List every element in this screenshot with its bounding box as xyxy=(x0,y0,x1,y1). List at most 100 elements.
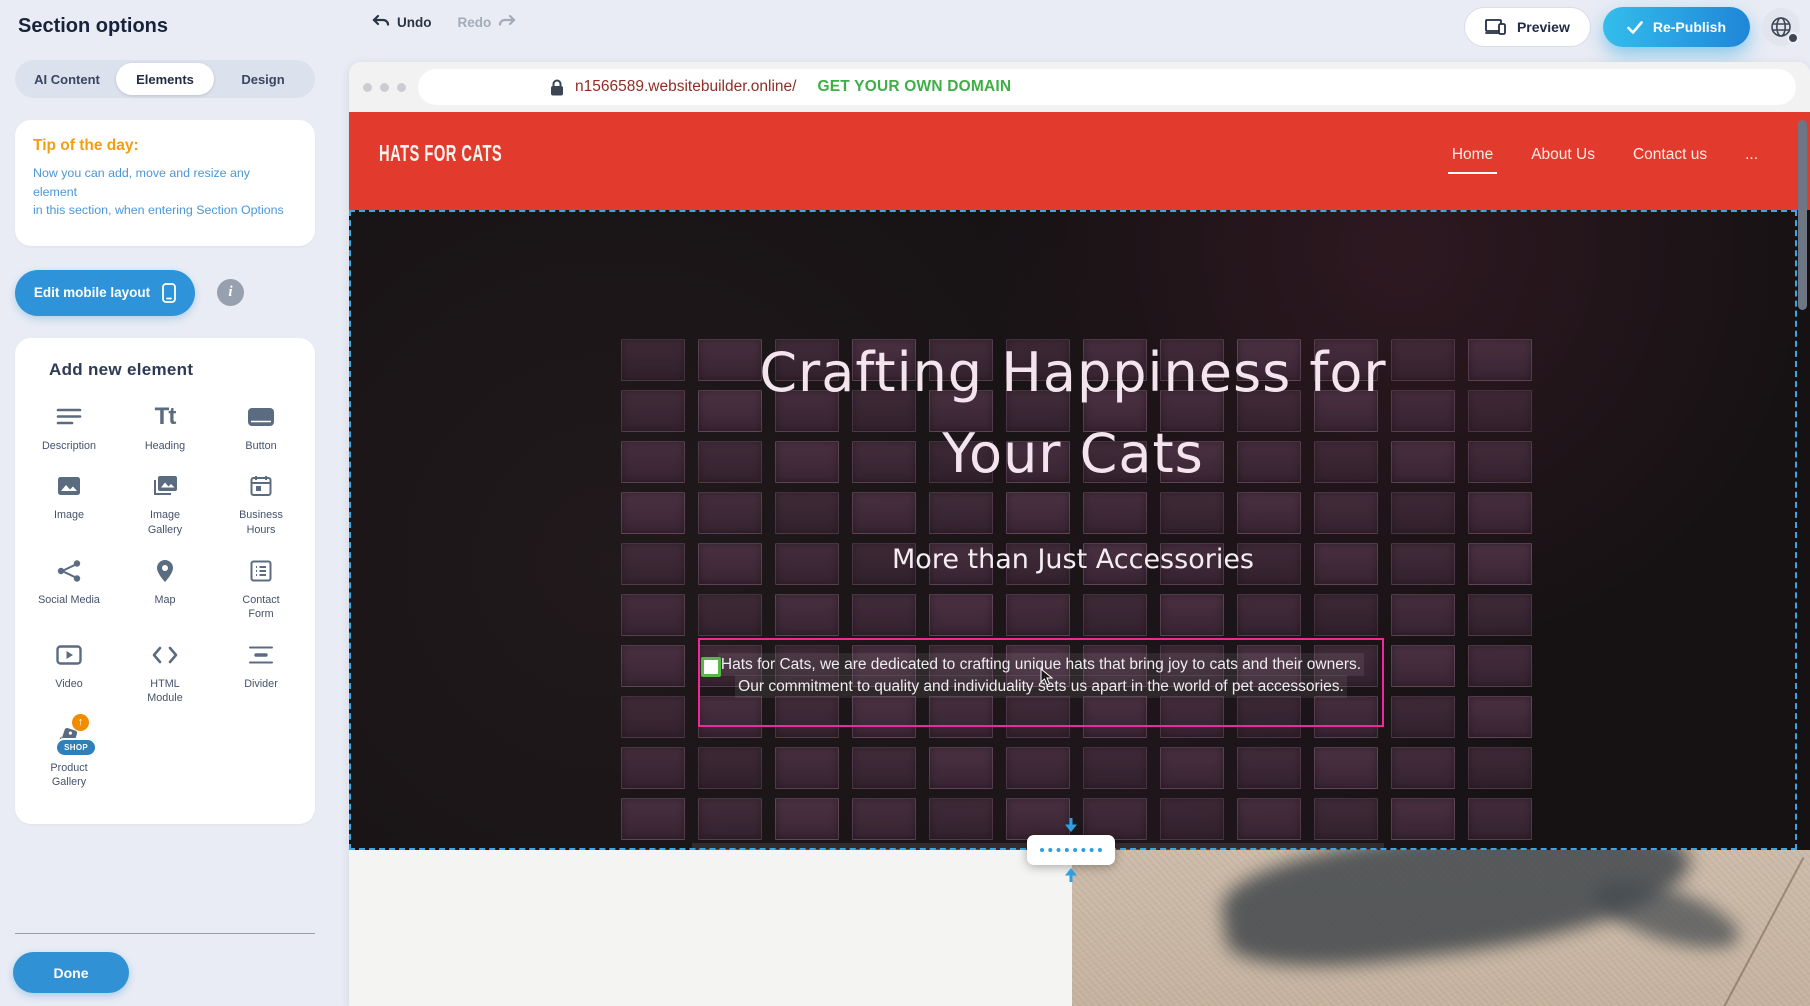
element-description[interactable]: Description xyxy=(21,402,117,462)
floor-photo xyxy=(1072,850,1810,1006)
element-business-hours[interactable]: Business Hours xyxy=(213,471,309,545)
tab-ai-content[interactable]: AI Content xyxy=(18,63,116,95)
hero-tile xyxy=(1391,492,1455,534)
hero-tile xyxy=(1468,747,1532,789)
mouse-cursor xyxy=(1040,668,1054,686)
hero-tile xyxy=(852,798,916,840)
hero-tile xyxy=(621,645,685,687)
element-social-media[interactable]: Social Media xyxy=(21,556,117,630)
tab-design[interactable]: Design xyxy=(214,63,312,95)
undo-button[interactable]: Undo xyxy=(372,14,432,30)
image-gallery-icon xyxy=(152,471,178,501)
window-dot xyxy=(363,83,372,92)
element-map[interactable]: Map xyxy=(117,556,213,630)
arrow-up-icon xyxy=(1063,867,1079,882)
nav-more-ellipsis[interactable]: ... xyxy=(1745,146,1758,176)
arrow-down-icon xyxy=(1063,818,1079,833)
hero-tile xyxy=(1237,594,1301,636)
hero-tile xyxy=(1237,798,1301,840)
element-video[interactable]: Video xyxy=(21,640,117,714)
nav-contact-us[interactable]: Contact us xyxy=(1633,146,1707,176)
element-html-module[interactable]: HTML Module xyxy=(117,640,213,714)
element-contact-form[interactable]: Contact Form xyxy=(213,556,309,630)
hero-tile xyxy=(929,492,993,534)
element-button[interactable]: Button xyxy=(213,402,309,462)
site-viewport: HATS FOR CATS Home About Us Contact us .… xyxy=(349,112,1810,1006)
redo-button[interactable]: Redo xyxy=(458,14,517,30)
divider-icon xyxy=(248,640,274,670)
element-product-gallery[interactable]: SHOP ↑ Product Gallery xyxy=(21,724,117,798)
hero-heading: Crafting Happiness for Your Cats xyxy=(349,332,1797,494)
element-image-gallery[interactable]: Image Gallery xyxy=(117,471,213,545)
window-dots xyxy=(363,83,406,92)
address-bar[interactable]: n1566589.websitebuilder.online/ GET YOUR… xyxy=(418,69,1796,105)
element-heading[interactable]: Tt Heading xyxy=(117,402,213,462)
tip-body-line1: Now you can add, move and resize any ele… xyxy=(33,164,297,201)
edit-mobile-label: Edit mobile layout xyxy=(34,285,150,300)
site-header: HATS FOR CATS Home About Us Contact us .… xyxy=(349,112,1810,210)
republish-button[interactable]: Re-Publish xyxy=(1603,7,1750,47)
hero-tile xyxy=(1468,645,1532,687)
edit-mobile-row: Edit mobile layout i xyxy=(15,270,315,316)
hero-tile xyxy=(621,696,685,738)
shop-badge: SHOP xyxy=(55,738,97,757)
site-logo[interactable]: HATS FOR CATS xyxy=(379,142,502,168)
add-element-heading: Add new element xyxy=(49,360,309,380)
nav-about-us[interactable]: About Us xyxy=(1531,146,1595,176)
hero-tile xyxy=(1160,798,1224,840)
tip-heading: Tip of the day: xyxy=(33,137,297,155)
hero-tile xyxy=(1083,594,1147,636)
image-icon xyxy=(57,471,81,501)
hero-tile xyxy=(1006,747,1070,789)
section-options-sidebar: AI Content Elements Design Tip of the da… xyxy=(0,52,330,1006)
preview-button[interactable]: Preview xyxy=(1464,7,1591,47)
hero-tile xyxy=(1314,747,1378,789)
element-image[interactable]: Image xyxy=(21,471,117,545)
browser-chrome: n1566589.websitebuilder.online/ GET YOUR… xyxy=(349,62,1810,112)
map-pin-icon xyxy=(156,556,174,586)
hero-tile xyxy=(1083,747,1147,789)
edit-mobile-layout-button[interactable]: Edit mobile layout xyxy=(15,270,195,316)
nav-home[interactable]: Home xyxy=(1452,146,1493,176)
element-divider[interactable]: Divider xyxy=(213,640,309,714)
hero-tile xyxy=(929,594,993,636)
window-dot xyxy=(380,83,389,92)
hero-tile xyxy=(698,798,762,840)
hero-tile xyxy=(929,798,993,840)
hero-tile xyxy=(621,798,685,840)
site-nav: Home About Us Contact us ... xyxy=(1452,112,1758,176)
hero-tile xyxy=(1468,594,1532,636)
video-icon xyxy=(56,640,82,670)
html-module-icon xyxy=(152,640,178,670)
section-resize-handle[interactable] xyxy=(1027,835,1115,865)
tip-of-the-day-card: Tip of the day: Now you can add, move an… xyxy=(15,120,315,246)
hero-tile xyxy=(1391,594,1455,636)
hero-tile xyxy=(852,492,916,534)
info-icon[interactable]: i xyxy=(217,279,244,306)
hero-tile xyxy=(1006,798,1070,840)
hero-tile xyxy=(1391,747,1455,789)
resize-dash-line xyxy=(1040,848,1102,852)
hero-tile xyxy=(1314,492,1378,534)
language-globe-button[interactable] xyxy=(1762,8,1800,46)
sidebar-tabs: AI Content Elements Design xyxy=(15,60,315,98)
upgrade-badge: ↑ xyxy=(72,714,89,731)
phone-icon xyxy=(162,283,176,303)
window-dot xyxy=(397,83,406,92)
hero-tile xyxy=(1468,798,1532,840)
hero-tile xyxy=(1083,492,1147,534)
get-domain-link[interactable]: GET YOUR OWN DOMAIN xyxy=(817,78,1011,96)
hero-tile xyxy=(1391,645,1455,687)
hero-tile xyxy=(1006,594,1070,636)
hero-tile xyxy=(929,747,993,789)
hero-tile xyxy=(775,798,839,840)
hero-tile xyxy=(1160,747,1224,789)
hero-tile xyxy=(1237,492,1301,534)
next-section xyxy=(349,850,1810,1006)
hero-section[interactable]: Crafting Happiness for Your Cats More th… xyxy=(349,210,1810,850)
scrollbar-thumb[interactable] xyxy=(1798,120,1807,310)
tab-elements[interactable]: Elements xyxy=(116,63,214,95)
hero-tile xyxy=(1160,594,1224,636)
done-button[interactable]: Done xyxy=(13,952,129,993)
element-drag-handle[interactable] xyxy=(701,657,721,677)
